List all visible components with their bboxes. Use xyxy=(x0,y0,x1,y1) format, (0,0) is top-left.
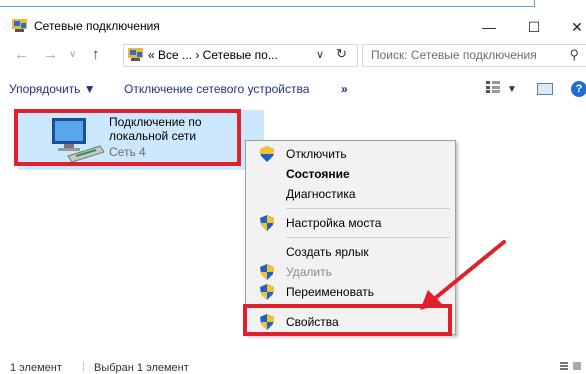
view-options-icon[interactable] xyxy=(486,81,500,93)
outer-window-edge xyxy=(0,0,586,10)
view-dropdown-icon[interactable]: ▼ xyxy=(507,84,517,95)
address-field[interactable]: « Все ... › Сетевые по... ∨ ↻ xyxy=(123,44,358,67)
maximize-button[interactable]: ☐ xyxy=(519,16,549,38)
details-view-icon[interactable] xyxy=(560,362,582,370)
forward-arrow-icon[interactable]: → xyxy=(43,46,58,63)
up-arrow-icon[interactable]: ↑ xyxy=(92,46,100,63)
red-pointer-arrow xyxy=(420,240,506,310)
search-placeholder: Поиск: Сетевые подключения xyxy=(371,48,537,62)
menu-item-label: Диагностика xyxy=(286,187,356,201)
window-title: Сетевые подключения xyxy=(34,19,160,33)
refresh-icon[interactable]: ↻ xyxy=(336,46,347,62)
menu-item-bridge[interactable]: Настройка моста xyxy=(246,213,455,233)
shield-icon xyxy=(260,215,274,231)
preview-pane-icon[interactable] xyxy=(537,83,553,95)
menu-item-label: Переименовать xyxy=(286,285,374,299)
menu-item-label: Настройка моста xyxy=(286,216,382,230)
folder-network-icon xyxy=(128,48,143,61)
menu-item-label: Состояние xyxy=(286,167,350,181)
status-bar: 1 элемент Выбран 1 элемент xyxy=(0,358,586,374)
item-highlight-box xyxy=(14,109,241,166)
shield-icon xyxy=(260,146,274,162)
item-count: 1 элемент xyxy=(10,362,62,374)
menu-item-label: Удалить xyxy=(286,265,332,279)
status-divider xyxy=(83,362,84,372)
organize-button[interactable]: Упорядочить ▼ xyxy=(9,82,96,96)
shield-icon xyxy=(260,264,274,280)
address-bar-row: ← → ∨ ↑ « Все ... › Сетевые по... ∨ ↻ По… xyxy=(0,40,586,70)
close-button[interactable]: ✕ xyxy=(562,16,586,38)
search-input[interactable]: Поиск: Сетевые подключения ⚲ xyxy=(362,44,586,67)
menu-separator xyxy=(286,208,450,209)
breadcrumb[interactable]: « Все ... › Сетевые по... xyxy=(148,48,278,62)
title-bar: Сетевые подключения — ☐ ✕ xyxy=(0,12,586,40)
menu-item-diagnostics[interactable]: Диагностика xyxy=(246,184,455,204)
chevron-down-icon[interactable]: ∨ xyxy=(316,48,324,61)
disable-device-button[interactable]: Отключение сетевого устройства xyxy=(124,82,309,96)
selected-count: Выбран 1 элемент xyxy=(94,362,189,374)
menu-item-disable[interactable]: Отключить xyxy=(246,144,455,164)
recent-chevron-icon[interactable]: ∨ xyxy=(69,49,76,60)
minimize-button[interactable]: — xyxy=(474,16,504,38)
network-connections-icon xyxy=(12,19,27,32)
more-commands-button[interactable]: » xyxy=(341,82,348,96)
menu-item-label: Отключить xyxy=(286,147,347,161)
back-arrow-icon[interactable]: ← xyxy=(14,46,29,63)
menu-item-label: Создать ярлык xyxy=(286,245,369,259)
menu-item-status[interactable]: Состояние xyxy=(246,164,455,184)
help-icon[interactable]: ? xyxy=(571,81,586,97)
shield-icon xyxy=(260,284,274,300)
search-icon[interactable]: ⚲ xyxy=(569,47,579,63)
command-bar: Упорядочить ▼ Отключение сетевого устрой… xyxy=(0,76,586,102)
